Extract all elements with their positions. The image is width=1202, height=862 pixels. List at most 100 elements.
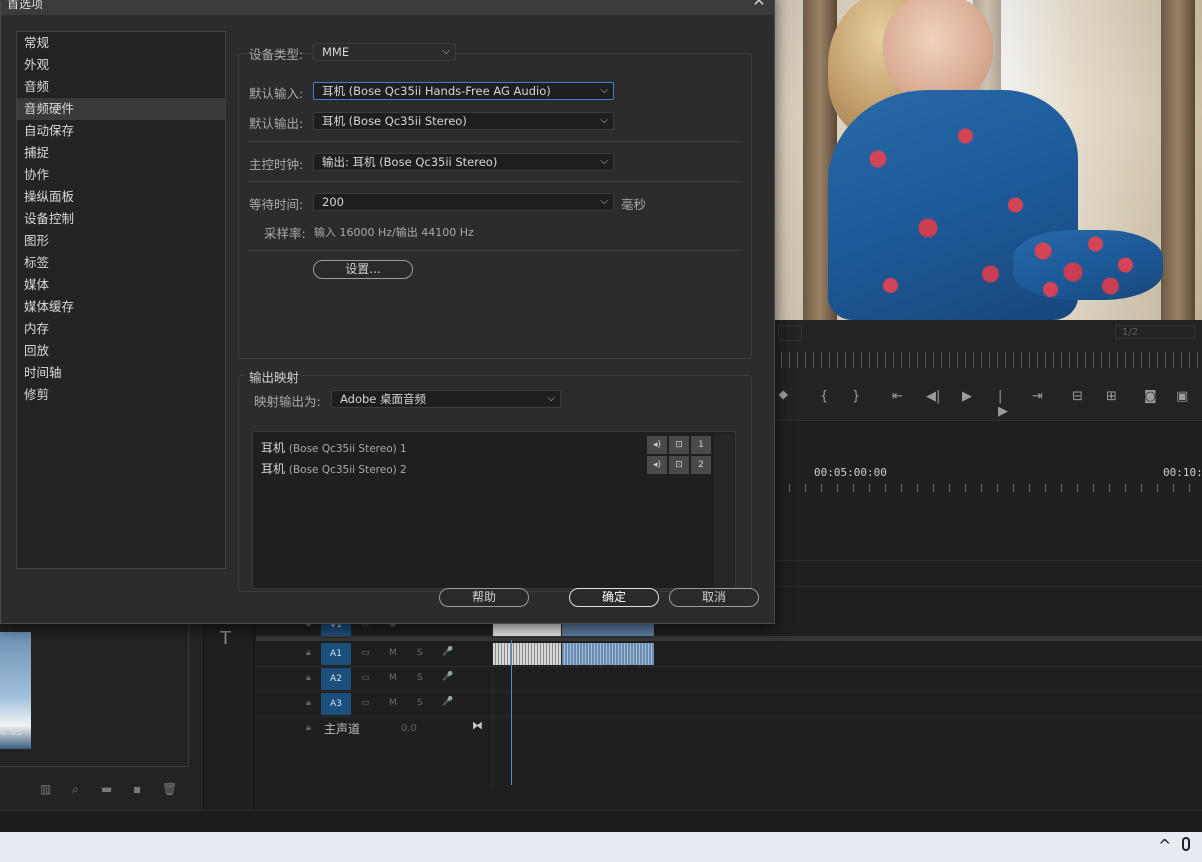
device-type-dropdown[interactable]: MME ⌵ bbox=[313, 43, 456, 61]
chevron-down-icon: ⌵ bbox=[600, 196, 608, 207]
category-general[interactable]: 常规 bbox=[17, 32, 225, 54]
category-device-control[interactable]: 设备控制 bbox=[17, 208, 225, 230]
lift-icon[interactable]: ⊟ bbox=[1072, 389, 1083, 404]
lock-icon[interactable]: 🔒︎ bbox=[306, 648, 311, 658]
go-to-out-icon[interactable]: ⇥ bbox=[1032, 389, 1043, 404]
timeline-timecode-10min: 00:10:00 bbox=[1163, 466, 1202, 479]
extract-icon[interactable]: ⊞ bbox=[1106, 389, 1117, 404]
play-icon[interactable]: ▶ bbox=[962, 389, 972, 404]
out-point-icon[interactable]: } bbox=[852, 389, 860, 404]
trash-icon[interactable]: 🗑︎ bbox=[162, 782, 177, 796]
mic-icon[interactable]: 🎤 bbox=[442, 697, 453, 707]
latency-dropdown[interactable]: 200 ⌵ bbox=[313, 193, 614, 211]
mute-button[interactable]: M bbox=[389, 673, 397, 683]
mapping-row[interactable]: 耳机 (Bose Qc35ii Stereo) 1 bbox=[261, 439, 407, 456]
lock-icon[interactable]: 🔒︎ bbox=[306, 673, 311, 683]
track-label-a1[interactable]: A1 bbox=[321, 643, 351, 665]
category-memory[interactable]: 内存 bbox=[17, 318, 225, 340]
default-input-label: 默认输入: bbox=[249, 86, 304, 101]
settings-button[interactable]: 设置... bbox=[313, 260, 413, 279]
mapping-row[interactable]: 耳机 (Bose Qc35ii Stereo) 2 bbox=[261, 460, 407, 477]
mapping-list: 耳机 (Bose Qc35ii Stereo) 1 耳机 (Bose Qc35i… bbox=[252, 431, 736, 589]
category-media-cache[interactable]: 媒体缓存 bbox=[17, 296, 225, 318]
speaker-icon[interactable]: ◂) bbox=[647, 436, 667, 454]
go-to-in-icon[interactable]: ⇤ bbox=[892, 389, 903, 404]
device-type-label: 设备类型: bbox=[249, 47, 304, 62]
dialog-titlebar[interactable]: 首选项 ✕ bbox=[1, 0, 774, 15]
audio-clip-1[interactable] bbox=[493, 643, 561, 665]
close-icon[interactable]: ✕ bbox=[749, 0, 769, 9]
track-label-a3[interactable]: A3 bbox=[321, 693, 351, 715]
new-item-icon[interactable]: ▪ bbox=[133, 782, 141, 796]
lock-icon[interactable]: 🔒︎ bbox=[306, 723, 311, 733]
compare-icon[interactable]: ▣ bbox=[1176, 389, 1188, 404]
status-bar bbox=[0, 810, 1202, 833]
map-output-dropdown[interactable]: Adobe 桌面音频 ⌵ bbox=[331, 390, 561, 408]
bin-list-icon[interactable]: ▥ bbox=[40, 782, 51, 796]
step-forward-icon[interactable]: |▶ bbox=[998, 389, 1008, 419]
mic-icon[interactable]: 🎤 bbox=[442, 672, 453, 682]
monitor-time-ruler[interactable] bbox=[773, 352, 1202, 368]
category-labels[interactable]: 标签 bbox=[17, 252, 225, 274]
master-expand-icon[interactable]: ⧓ bbox=[472, 719, 483, 732]
category-media[interactable]: 媒体 bbox=[17, 274, 225, 296]
program-monitor-video bbox=[773, 0, 1202, 320]
track-a2[interactable]: 🔒︎ A2 ▭ M S 🎤 bbox=[256, 667, 1202, 692]
mic-icon[interactable] bbox=[1182, 837, 1190, 851]
default-input-dropdown[interactable]: 耳机 (Bose Qc35ii Hands-Free AG Audio) ⌵ bbox=[313, 82, 614, 100]
audio-clip-2[interactable] bbox=[562, 643, 654, 665]
category-audio-hardware[interactable]: 音频硬件 bbox=[17, 98, 225, 120]
solo-button[interactable]: S bbox=[417, 673, 423, 683]
channel-config-icon[interactable]: ⊡ bbox=[669, 436, 689, 454]
category-timeline[interactable]: 时间轴 bbox=[17, 362, 225, 384]
sample-rate-value: 输入 16000 Hz/输出 44100 Hz bbox=[314, 226, 474, 239]
category-capture[interactable]: 捕捉 bbox=[17, 142, 225, 164]
playhead[interactable] bbox=[511, 640, 512, 785]
chevron-down-icon: ⌵ bbox=[442, 46, 450, 57]
in-point-icon[interactable]: { bbox=[820, 389, 828, 404]
mute-button[interactable]: M bbox=[389, 698, 397, 708]
solo-button[interactable]: S bbox=[417, 698, 423, 708]
chevron-down-icon: ⌵ bbox=[600, 85, 608, 96]
category-audio[interactable]: 音频 bbox=[17, 76, 225, 98]
speaker-icon[interactable]: ◂) bbox=[647, 456, 667, 474]
timeline-ruler[interactable] bbox=[773, 484, 1202, 492]
lock-icon[interactable]: 🔒︎ bbox=[306, 698, 311, 708]
preferences-dialog: 首选项 ✕ 常规 外观 音频 音频硬件 自动保存 捕捉 协作 操纵面板 设备控制… bbox=[0, 0, 775, 624]
category-auto-save[interactable]: 自动保存 bbox=[17, 120, 225, 142]
mic-icon[interactable]: 🎤 bbox=[442, 647, 453, 657]
export-frame-icon[interactable]: ◙ bbox=[1144, 389, 1157, 404]
solo-button[interactable]: S bbox=[417, 648, 423, 658]
fit-dropdown[interactable] bbox=[778, 325, 802, 341]
sync-lock-icon[interactable]: ▭ bbox=[361, 698, 370, 708]
track-a1[interactable]: 🔒︎ A1 ▭ M S 🎤 bbox=[256, 642, 1202, 667]
tray-chevron-icon[interactable]: ^ bbox=[1158, 836, 1171, 855]
category-appearance[interactable]: 外观 bbox=[17, 54, 225, 76]
channel-config-icon[interactable]: ⊡ bbox=[669, 456, 689, 474]
ok-button[interactable]: 确定 bbox=[569, 588, 659, 607]
help-button[interactable]: 帮助 bbox=[439, 588, 529, 607]
category-collaboration[interactable]: 协作 bbox=[17, 164, 225, 186]
category-control-surface[interactable]: 操纵面板 bbox=[17, 186, 225, 208]
master-clock-dropdown[interactable]: 输出: 耳机 (Bose Qc35ii Stereo) ⌵ bbox=[313, 153, 614, 171]
mapping-scrollbar[interactable] bbox=[714, 434, 734, 588]
cancel-button[interactable]: 取消 bbox=[669, 588, 759, 607]
category-playback[interactable]: 回放 bbox=[17, 340, 225, 362]
new-bin-icon[interactable]: ▬ bbox=[101, 782, 112, 796]
thumbnail-duration: 0:05 bbox=[0, 727, 23, 738]
resolution-dropdown[interactable]: 1/2 bbox=[1115, 325, 1195, 339]
type-tool-icon[interactable]: T bbox=[220, 628, 231, 649]
category-graphics[interactable]: 图形 bbox=[17, 230, 225, 252]
mute-button[interactable]: M bbox=[389, 648, 397, 658]
search-icon[interactable]: ⌕ bbox=[72, 782, 79, 797]
sync-lock-icon[interactable]: ▭ bbox=[361, 673, 370, 683]
category-trim[interactable]: 修剪 bbox=[17, 384, 225, 406]
default-output-dropdown[interactable]: 耳机 (Bose Qc35ii Stereo) ⌵ bbox=[313, 112, 614, 130]
step-back-icon[interactable]: ◀| bbox=[926, 389, 940, 404]
marker-icon[interactable]: ⯁ bbox=[778, 389, 788, 404]
track-label-a2[interactable]: A2 bbox=[321, 668, 351, 690]
track-a3[interactable]: 🔒︎ A3 ▭ M S 🎤 bbox=[256, 692, 1202, 717]
master-volume-value[interactable]: 0.0 bbox=[401, 723, 417, 734]
master-track[interactable]: 🔒︎ 主声道 0.0 ⧓ bbox=[256, 717, 492, 739]
sync-lock-icon[interactable]: ▭ bbox=[361, 648, 370, 658]
